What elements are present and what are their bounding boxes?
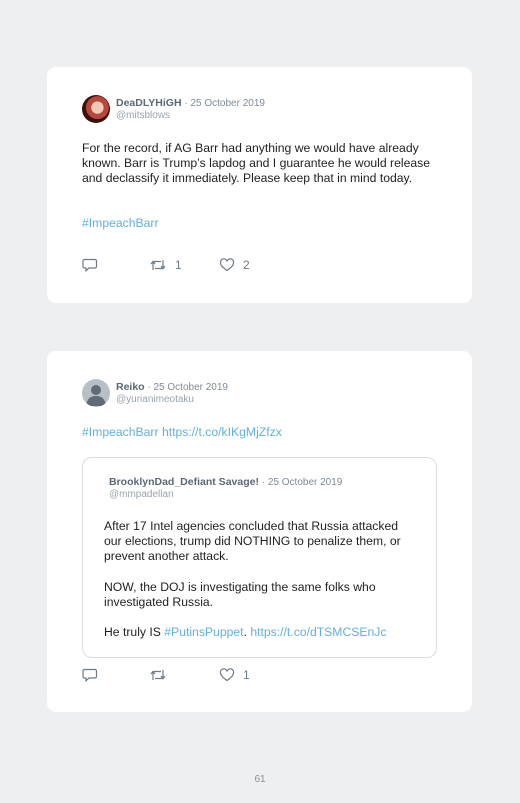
like-icon	[219, 258, 235, 272]
tweet-text: For the record, if AG Barr had anything …	[82, 141, 431, 185]
retweet-icon	[149, 668, 167, 682]
quoted-tweet[interactable]: BrooklynDad_Defiant Savage! · 25 October…	[82, 457, 437, 658]
retweet-button[interactable]	[149, 668, 167, 682]
retweet-icon	[149, 258, 167, 272]
tweet-card-2: Reiko · 25 October 2019 @yurianimeotaku …	[47, 351, 472, 712]
tweet-actions: 1	[82, 668, 322, 684]
url-link[interactable]: https://t.co/kIKgMjZfzx	[162, 425, 282, 439]
reply-icon	[82, 258, 98, 272]
reply-button[interactable]	[82, 258, 98, 272]
quoted-name-line: BrooklynDad_Defiant Savage! · 25 October…	[109, 476, 342, 488]
reply-button[interactable]	[82, 668, 98, 682]
quoted-text-prefix: He truly IS	[104, 625, 165, 639]
quoted-user-handle[interactable]: @mmpadellan	[109, 489, 174, 500]
like-button[interactable]: 2	[219, 258, 250, 272]
tweet-date: · 25 October 2019	[184, 98, 265, 109]
avatar[interactable]	[82, 379, 110, 407]
name-line: Reiko · 25 October 2019	[116, 381, 228, 393]
quoted-paragraph-2: NOW, the DOJ is investigating the same f…	[104, 580, 376, 609]
default-avatar-icon	[86, 385, 106, 406]
page-number: 61	[254, 774, 266, 785]
quoted-tweet-date: · 25 October 2019	[261, 477, 343, 488]
tweet-actions: 1 2	[82, 258, 322, 274]
like-count: 2	[243, 258, 250, 272]
hashtag-link[interactable]: #ImpeachBarr	[82, 425, 159, 439]
user-name[interactable]: DeaDLYHiGH	[116, 97, 182, 109]
avatar[interactable]	[82, 95, 110, 123]
quoted-paragraph-1: After 17 Intel agencies concluded that R…	[104, 519, 401, 563]
tweet-date: · 25 October 2019	[147, 382, 228, 393]
retweet-count: 1	[175, 258, 182, 272]
quoted-hashtag-link[interactable]: #PutinsPuppet	[164, 625, 243, 639]
quoted-url-link[interactable]: https://t.co/dTSMCSEnJc	[250, 625, 386, 639]
user-handle[interactable]: @mitsblows	[116, 110, 170, 121]
tweet-text: #ImpeachBarr https://t.co/kIKgMjZfzx	[82, 425, 432, 440]
hashtag-link[interactable]: #ImpeachBarr	[82, 216, 432, 231]
reply-icon	[82, 668, 98, 682]
quoted-paragraph-3: He truly IS #PutinsPuppet. https://t.co/…	[104, 625, 414, 640]
tweet-card-1: DeaDLYHiGH · 25 October 2019 @mitsblows …	[47, 67, 472, 303]
user-name[interactable]: Reiko	[116, 381, 145, 393]
quoted-user-name[interactable]: BrooklynDad_Defiant Savage!	[109, 476, 259, 488]
retweet-button[interactable]: 1	[149, 258, 182, 272]
like-button[interactable]: 1	[219, 668, 250, 682]
like-icon	[219, 668, 235, 682]
name-line: DeaDLYHiGH · 25 October 2019	[116, 97, 265, 109]
like-count: 1	[243, 668, 250, 682]
user-handle[interactable]: @yurianimeotaku	[116, 394, 194, 405]
